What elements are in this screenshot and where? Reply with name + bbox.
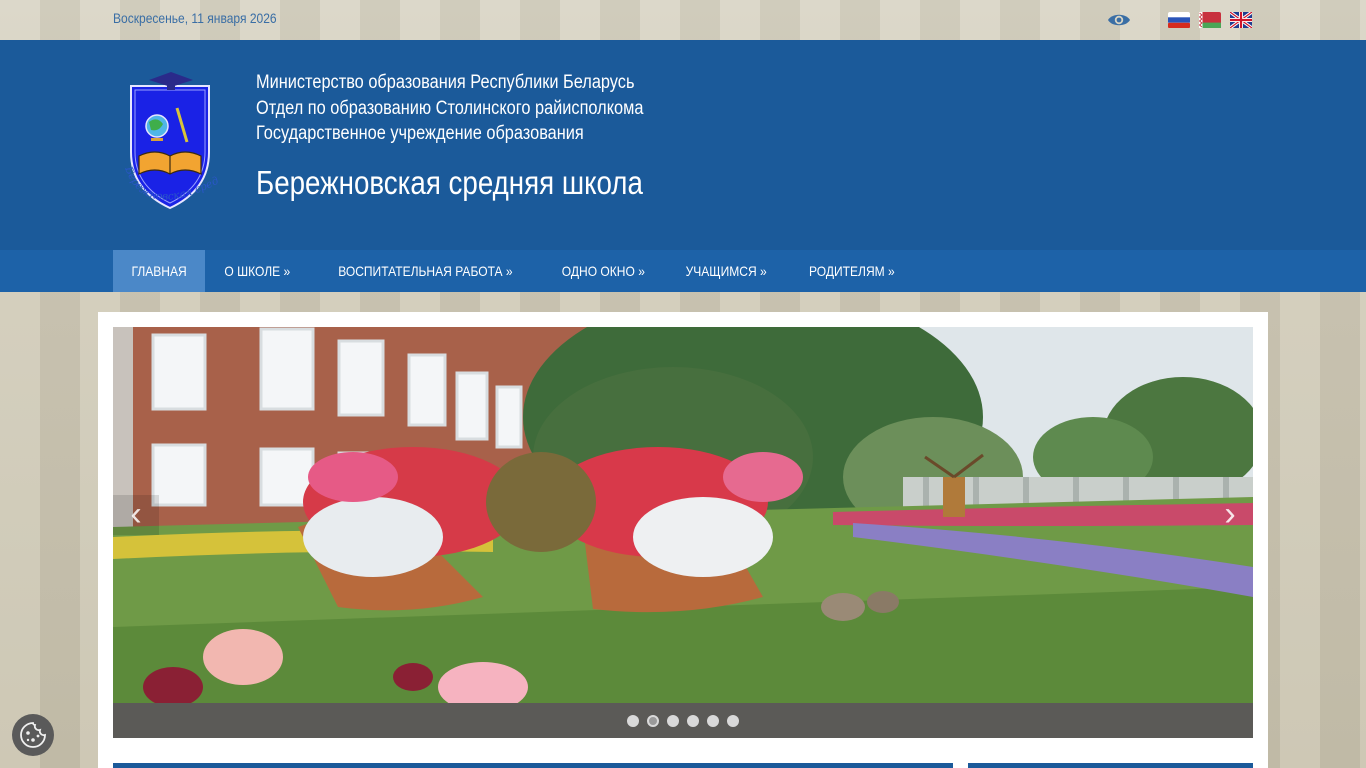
slide-image-school-flowerbed [113,327,1253,703]
flag-ru-icon[interactable] [1168,12,1190,28]
flag-by-icon[interactable] [1199,12,1221,28]
slide-dot-3[interactable] [667,714,679,727]
nav-item-home[interactable]: ГЛАВНАЯ [113,250,206,292]
institution-line: Государственное учреждение образования [256,123,584,144]
nav-item-parents[interactable]: РОДИТЕЛЯМ » [788,250,916,292]
nav-item-label: ВОСПИТАТЕЛЬНАЯ РАБОТА » [337,263,513,279]
cookie-settings-button[interactable] [12,714,54,756]
main-content-panel-header [113,763,953,768]
content-area: ‹ › [98,312,1268,768]
nav-item-students[interactable]: УЧАЩИМСЯ » [665,250,787,292]
site-header: Бережновская средняя школа Министерство … [0,40,1366,250]
nav-item-label: ОДНО ОКНО » [561,263,645,279]
nav-item-label: УЧАЩИМСЯ » [685,263,767,279]
flag-en-icon[interactable] [1230,12,1252,28]
nav-item-label: РОДИТЕЛЯМ » [808,263,895,279]
department-line: Отдел по образованию Столинского райиспо… [256,97,644,119]
school-crest-logo[interactable]: Бережновская средняя школа [113,72,227,222]
image-slider: ‹ › [113,327,1253,738]
ministry-line: Министерство образования Республики Бела… [256,72,635,93]
slide-dot-6[interactable] [727,714,739,727]
sidebar-panel-header [968,763,1253,768]
eye-icon[interactable] [1107,10,1131,30]
nav-item-one-window[interactable]: ОДНО ОКНО » [541,250,666,292]
cookie-icon [20,722,46,748]
slide-dot-2[interactable] [647,714,659,727]
slider-next-arrow[interactable]: › [1207,495,1253,535]
slider-prev-arrow[interactable]: ‹ [113,495,159,535]
current-date: Воскресенье, 11 января 2026 [113,10,277,26]
main-navigation: ГЛАВНАЯ О ШКОЛЕ » ВОСПИТАТЕЛЬНАЯ РАБОТА … [0,250,1366,292]
organization-lines: Министерство образования Республики Бела… [256,70,707,147]
nav-item-label: ГЛАВНАЯ [131,263,187,279]
school-name[interactable]: Бережновская средняя школа [256,164,643,202]
nav-item-about-school[interactable]: О ШКОЛЕ » [205,250,310,292]
slide-dot-4[interactable] [687,714,699,727]
nav-item-label: О ШКОЛЕ » [224,263,291,279]
slide-dot-1[interactable] [627,714,639,727]
slider-pagination [113,703,1253,738]
nav-item-educational-work[interactable]: ВОСПИТАТЕЛЬНАЯ РАБОТА » [310,250,541,292]
top-bar: Воскресенье, 11 января 2026 [0,0,1366,40]
slide-dot-5[interactable] [707,714,719,727]
